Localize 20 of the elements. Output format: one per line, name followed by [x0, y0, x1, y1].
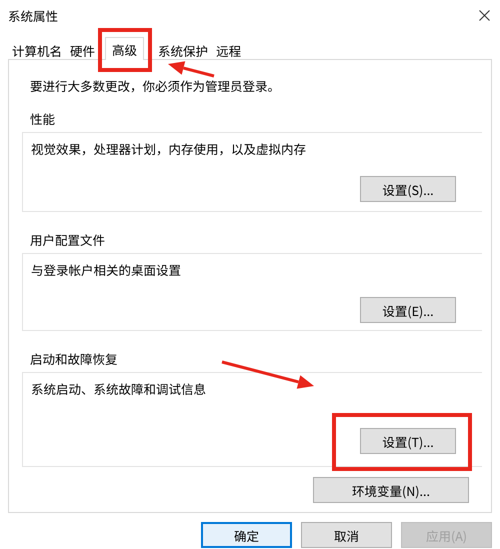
- tab[interactable]: 远程: [212, 40, 246, 60]
- group-description: 系统启动、系统故障和调试信息: [31, 379, 208, 398]
- window-title: 系统属性: [8, 6, 58, 24]
- group-description: 视觉效果，处理器计划，内存使用，以及虚拟内存: [31, 139, 308, 158]
- dialog-button[interactable]: 确定: [201, 522, 292, 548]
- settings-button[interactable]: 设置(S)...: [360, 176, 456, 202]
- settings-button[interactable]: 设置(T)...: [360, 428, 456, 454]
- tab[interactable]: 计算机名: [8, 40, 66, 60]
- settings-button[interactable]: 设置(E)...: [360, 297, 456, 323]
- environment-variables-button[interactable]: 环境变量(N)...: [313, 477, 469, 503]
- group-description: 与登录帐户相关的桌面设置: [31, 260, 182, 279]
- notice-text: 要进行大多数更改，你必须作为管理员登录。: [29, 76, 282, 95]
- group-title: 启动和故障恢复: [29, 349, 119, 368]
- group-title: 用户配置文件: [29, 230, 106, 249]
- group-title: 性能: [29, 109, 56, 128]
- tab[interactable]: 系统保护: [154, 40, 212, 60]
- dialog-button[interactable]: 取消: [301, 522, 392, 548]
- close-icon[interactable]: [479, 10, 490, 20]
- tab[interactable]: 高级: [105, 37, 144, 60]
- tab[interactable]: 硬件: [66, 40, 100, 60]
